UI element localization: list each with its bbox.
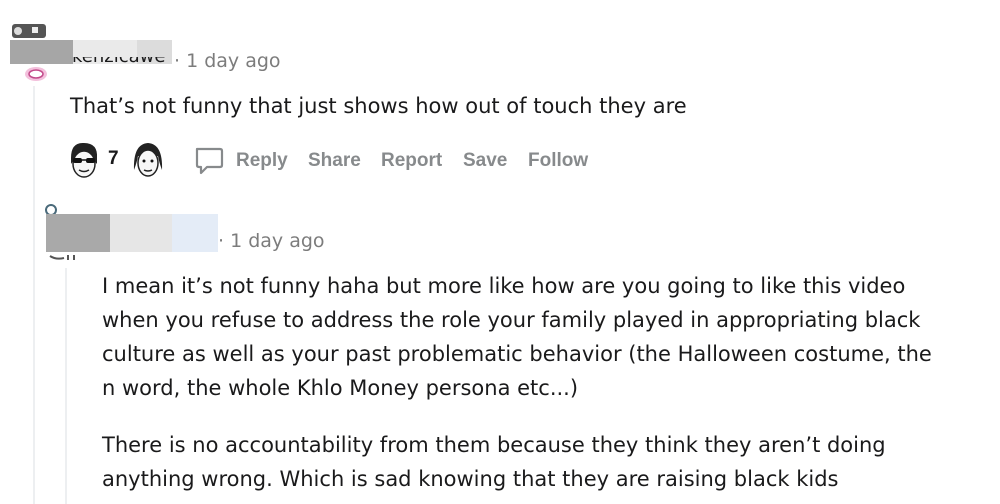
username-redaction — [10, 40, 73, 64]
follow-button[interactable]: Follow — [528, 150, 588, 172]
paragraph: There is no accountability from them bec… — [102, 428, 982, 496]
text-line: I mean it’s not funny haha but more like… — [102, 274, 906, 298]
thread-line-reply[interactable] — [65, 268, 67, 504]
share-button[interactable]: Share — [308, 150, 361, 172]
text-line: There is no accountability from them bec… — [102, 433, 886, 457]
comment-body: That’s not funny that just shows how out… — [70, 94, 687, 118]
meta-separator: · — [174, 50, 181, 72]
comment-meta: · 1 day ago — [174, 50, 281, 72]
timestamp[interactable]: 1 day ago — [186, 50, 280, 72]
text-line: anything wrong. Which is sad knowing tha… — [102, 467, 839, 491]
comment-meta: · 1 day ago — [218, 230, 325, 252]
report-button[interactable]: Report — [381, 150, 442, 172]
award-count: 7 — [108, 148, 119, 169]
username-redaction — [110, 214, 172, 252]
paragraph: I mean it’s not funny haha but more like… — [102, 269, 982, 405]
save-button[interactable]: Save — [463, 150, 507, 172]
username-redaction — [172, 214, 218, 252]
comment-body: I mean it’s not funny haha but more like… — [102, 269, 982, 496]
comment-bubble-icon — [193, 144, 225, 176]
reply-label: Reply — [236, 150, 288, 171]
text-line: when you refuse to address the role your… — [102, 308, 921, 332]
timestamp[interactable]: 1 day ago — [230, 230, 324, 252]
thread-line-root[interactable] — [33, 86, 35, 504]
text-line: culture as well as your past problematic… — [102, 342, 932, 366]
text-line: n word, the whole Khlo Money persona etc… — [102, 376, 579, 400]
meta-separator: · — [218, 230, 225, 252]
award-face-icon[interactable] — [67, 140, 101, 180]
username-redaction — [46, 214, 110, 252]
award-face-icon[interactable] — [131, 140, 165, 180]
username[interactable]: kenzicawe — [72, 57, 168, 65]
